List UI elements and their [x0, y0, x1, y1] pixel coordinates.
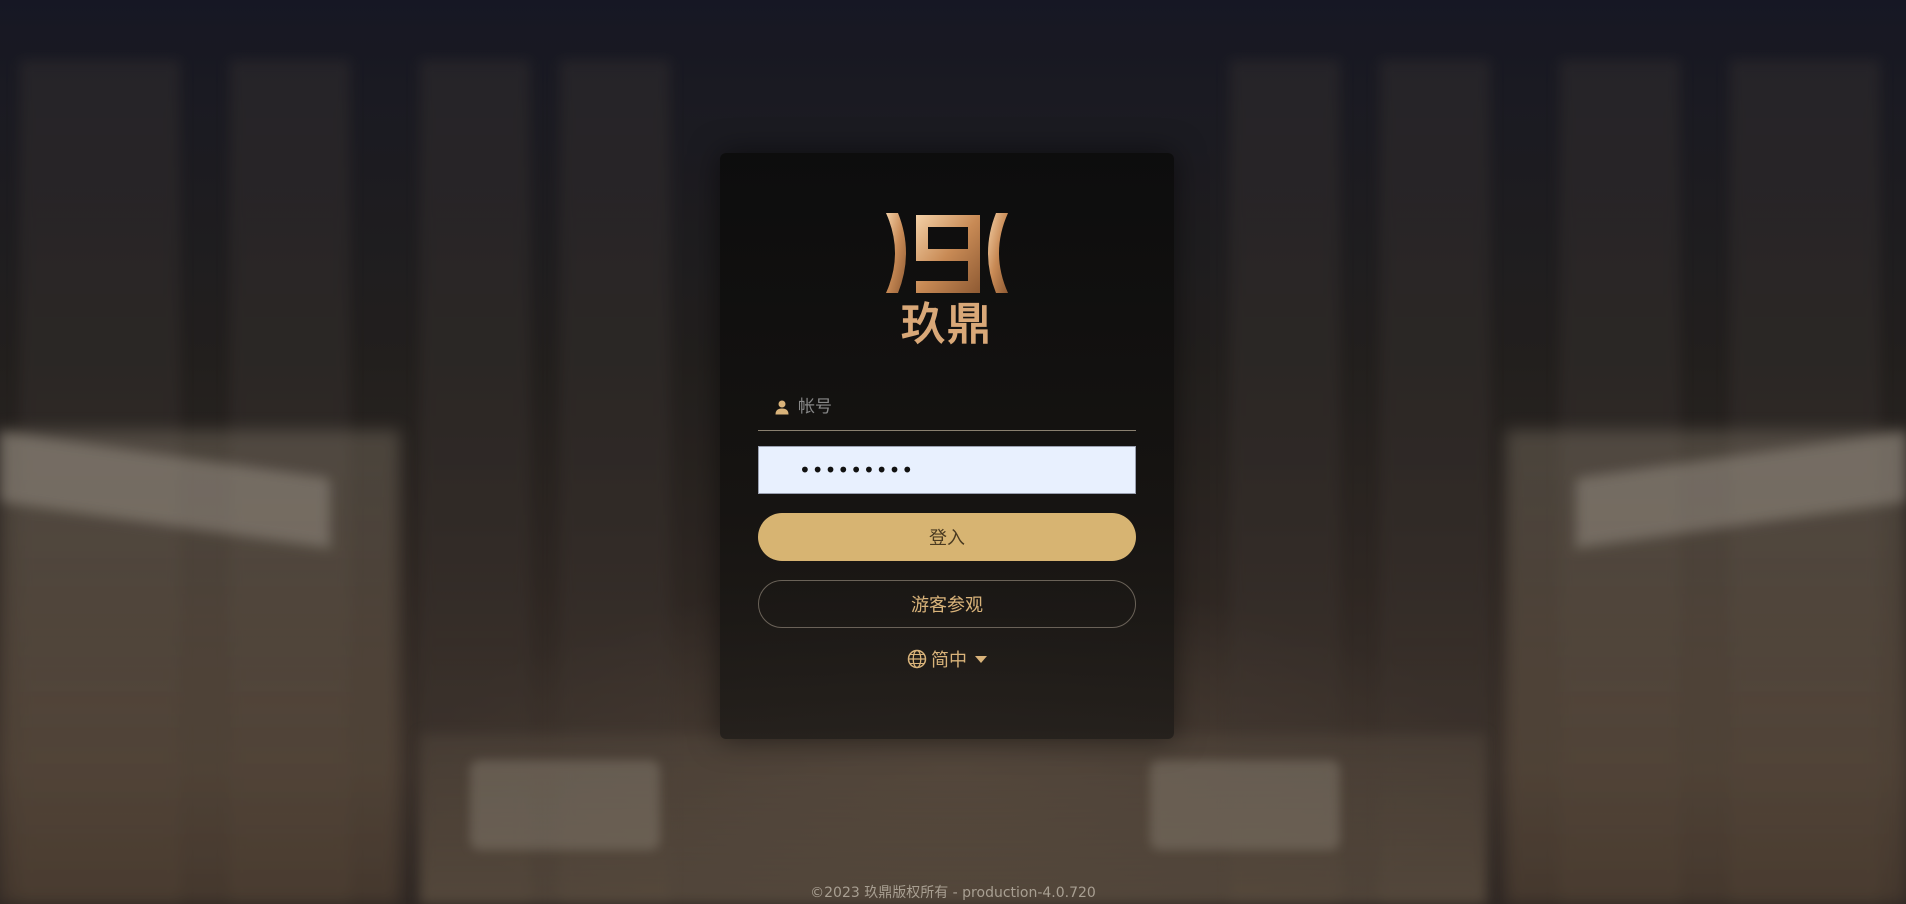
language-label: 简中 — [931, 650, 967, 671]
logo-text: 玖鼎 — [901, 299, 993, 350]
user-icon — [774, 399, 790, 415]
username-field[interactable] — [758, 383, 1136, 431]
brand-logo: 玖鼎 — [720, 211, 1174, 351]
login-button[interactable]: 登入 — [758, 513, 1136, 561]
language-selector[interactable]: 简中 — [720, 646, 1174, 672]
password-field[interactable] — [758, 446, 1136, 494]
username-input[interactable] — [798, 396, 1118, 417]
caret-down-icon — [975, 655, 987, 663]
logo-mark-icon — [886, 213, 1008, 293]
globe-icon — [907, 649, 927, 669]
guest-visit-button[interactable]: 游客参观 — [758, 580, 1136, 628]
password-input[interactable] — [759, 447, 1135, 493]
footer-copyright: ©2023 玖鼎版权所有 - production-4.0.720 — [810, 885, 1096, 901]
login-card: 玖鼎 登入 游客参观 简中 — [720, 153, 1174, 739]
